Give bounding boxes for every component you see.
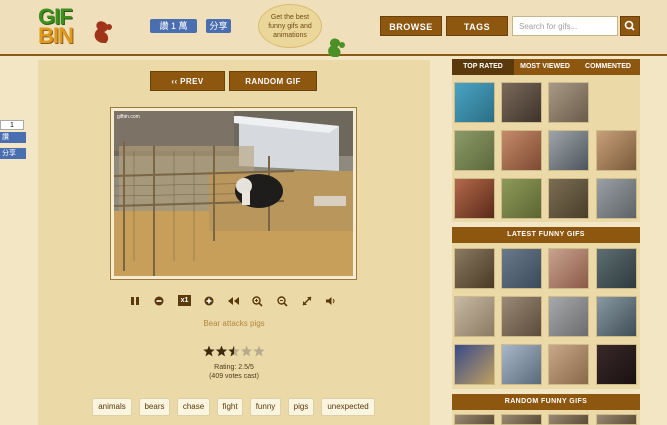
random-gif-button[interactable]: RANDOM GIF	[229, 71, 317, 91]
latest-gif-thumbnail[interactable]	[501, 344, 542, 385]
top-rated-thumbnail[interactable]	[548, 82, 589, 123]
rating-text: Rating: 2.5/5	[214, 364, 254, 371]
gif-scene: gifbin.com	[114, 111, 353, 276]
top-rated-thumbnail[interactable]	[454, 130, 495, 171]
browse-button[interactable]: BROWSE	[380, 16, 442, 36]
squirrel-mascot-icon	[328, 38, 345, 57]
facebook-like-side-button[interactable]: 讚	[0, 132, 26, 143]
rating-summary: Rating: 2.5/5 (409 votes cast)	[38, 363, 430, 381]
random-gif-thumbnail[interactable]	[596, 414, 637, 425]
facebook-share-count: 1	[0, 120, 24, 130]
tagline-text: Get the best funny gifs and animations	[268, 13, 312, 39]
logo-bin-text: BIN	[38, 23, 74, 48]
random-gif-thumbnail[interactable]	[548, 414, 589, 425]
top-rated-thumbnail[interactable]	[596, 130, 637, 171]
rewind-button[interactable]	[226, 294, 240, 308]
squirrel-logo-icon	[94, 21, 112, 43]
latest-gif-thumbnail[interactable]	[454, 296, 495, 337]
logo-text: GIF BIN	[38, 6, 74, 48]
gif-controls: x1	[128, 294, 343, 308]
tag-chase[interactable]: chase	[177, 398, 210, 416]
tab-most-viewed[interactable]: MOST VIEWED	[514, 59, 576, 75]
tag-unexpected[interactable]: unexpected	[321, 398, 375, 416]
facebook-share-button[interactable]: 分享	[206, 19, 231, 33]
star-rating-graphic	[203, 345, 265, 357]
tab-top-rated[interactable]: TOP RATED	[452, 59, 514, 75]
latest-gif-thumbnail[interactable]	[454, 248, 495, 289]
search-button[interactable]	[620, 16, 640, 36]
pause-button[interactable]	[128, 294, 142, 308]
latest-gif-thumbnail[interactable]	[596, 248, 637, 289]
zoom-out-icon	[276, 295, 288, 307]
top-rated-thumbnail[interactable]	[596, 178, 637, 219]
facebook-share-side-button[interactable]: 分享	[0, 148, 26, 159]
fb-like-side-label: 讚	[2, 134, 9, 141]
speaker-icon	[325, 297, 334, 305]
zoom-in-button[interactable]	[250, 294, 264, 308]
search-input[interactable]	[512, 16, 618, 36]
slower-button[interactable]	[152, 294, 166, 308]
rating-star[interactable]	[203, 345, 215, 357]
top-rated-thumbnail[interactable]	[454, 178, 495, 219]
rating-star[interactable]	[215, 345, 228, 357]
gif-title: Bear attacks pigs	[203, 319, 265, 328]
fullscreen-button[interactable]	[300, 294, 314, 308]
random-gif-thumbnail[interactable]	[454, 414, 495, 425]
expand-icon	[302, 296, 312, 306]
random-gifs-heading: RANDOM FUNNY GIFS	[452, 394, 640, 410]
tag-pigs[interactable]: pigs	[288, 398, 314, 416]
latest-gif-thumbnail[interactable]	[454, 344, 495, 385]
rating-star[interactable]	[228, 345, 240, 357]
zoom-out-button[interactable]	[275, 294, 289, 308]
site-header: GIF BIN 讚 1 萬 分享 Get the best funny gifs…	[0, 0, 667, 57]
gif-watermark: gifbin.com	[117, 114, 140, 120]
latest-gif-thumbnail[interactable]	[548, 248, 589, 289]
tag-animals[interactable]: animals	[92, 398, 132, 416]
tags-button[interactable]: TAGS	[446, 16, 508, 36]
tag-funny[interactable]: funny	[250, 398, 281, 416]
site-logo[interactable]: GIF BIN	[38, 6, 116, 51]
tag-fight[interactable]: fight	[217, 398, 243, 416]
random-gif-thumbnail[interactable]	[501, 414, 542, 425]
minus-circle-icon	[154, 296, 164, 306]
speed-indicator: x1	[178, 295, 191, 306]
sidebar-tabs: TOP RATED MOST VIEWED COMMENTED	[452, 59, 640, 75]
tag-bears[interactable]: bears	[139, 398, 170, 416]
top-rated-thumbnail[interactable]	[501, 82, 542, 123]
plus-circle-icon	[204, 296, 214, 306]
top-rated-thumbnail[interactable]	[501, 130, 542, 171]
top-rated-thumbnail[interactable]	[548, 130, 589, 171]
tagline-bubble: Get the best funny gifs and animations	[258, 4, 322, 48]
latest-gif-thumbnail[interactable]	[596, 296, 637, 337]
rewind-icon	[227, 297, 239, 305]
rating-star[interactable]	[253, 345, 265, 357]
latest-gifs-heading: LATEST FUNNY GIFS	[452, 227, 640, 243]
latest-gif-thumbnail[interactable]	[548, 296, 589, 337]
latest-gif-thumbnail[interactable]	[501, 248, 542, 289]
tab-commented[interactable]: COMMENTED	[576, 59, 640, 75]
search-icon	[624, 20, 635, 31]
latest-gif-thumbnail[interactable]	[548, 344, 589, 385]
faster-button[interactable]	[202, 294, 216, 308]
sound-button[interactable]	[324, 294, 338, 308]
latest-gif-thumbnail[interactable]	[501, 296, 542, 337]
facebook-like-button[interactable]: 讚 1 萬	[150, 19, 197, 33]
gif-image[interactable]: gifbin.com	[114, 111, 353, 276]
latest-gif-thumbnail[interactable]	[596, 344, 637, 385]
prev-button[interactable]: ‹‹ PREV	[150, 71, 225, 91]
pause-icon	[131, 297, 139, 305]
top-rated-thumbnail[interactable]	[548, 178, 589, 219]
top-rated-thumbnail[interactable]	[501, 178, 542, 219]
zoom-in-icon	[251, 295, 263, 307]
rating-star[interactable]	[240, 345, 253, 357]
top-rated-thumbnail[interactable]	[454, 82, 495, 123]
votes-text: (409 votes cast)	[209, 373, 259, 380]
star-rating[interactable]	[203, 345, 265, 358]
